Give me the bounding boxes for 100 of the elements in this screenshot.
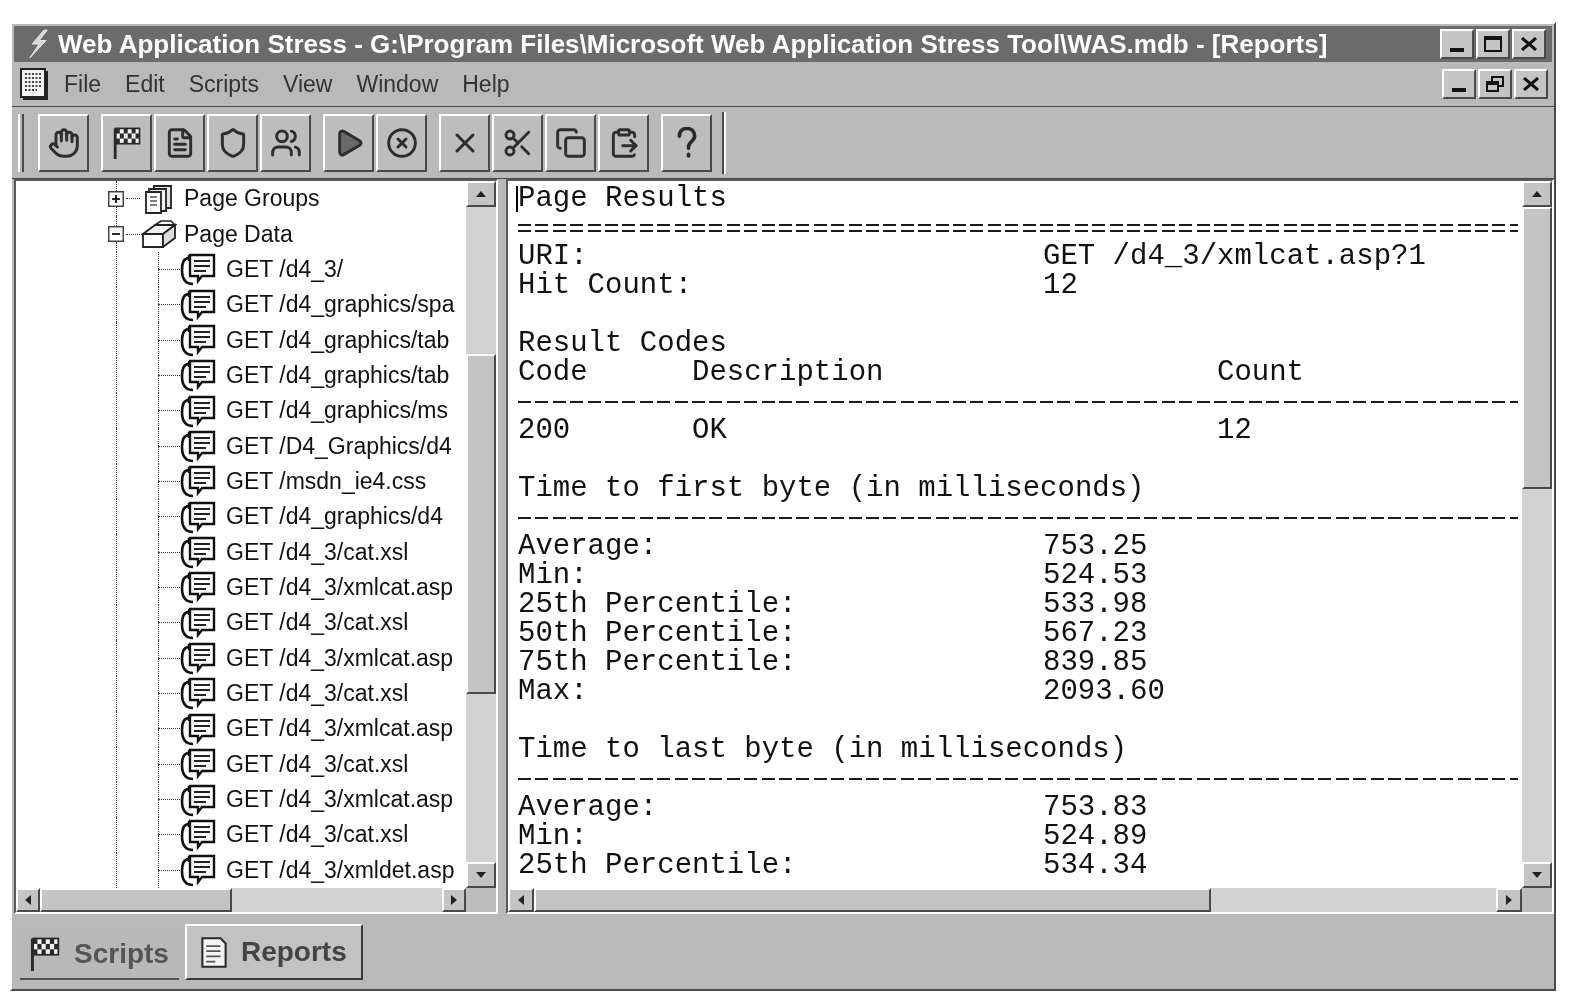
minimize-button[interactable] [1440,29,1474,59]
close-button[interactable] [1514,69,1548,99]
toolbar-button[interactable] [661,113,712,172]
lightning-icon [26,29,50,59]
tree-item[interactable]: GET /d4_3/xmlcat.asp [226,646,454,670]
close-button[interactable] [1512,29,1546,59]
tree-item[interactable]: GET /d4_graphics/tab [226,328,450,352]
scrollbar-thumb[interactable] [466,354,496,694]
field-label: Max: [518,677,589,706]
page-link-icon [180,676,218,711]
tree-item[interactable]: GET /d4_3/xmlcat.asp [226,717,454,741]
table-cell-text: 200 [518,416,572,445]
scrollbar-thumb[interactable] [534,888,1211,912]
page-link-icon [180,605,218,640]
question-mark-icon [675,126,698,159]
minimize-icon [1452,88,1466,92]
toolbar-button[interactable] [545,113,596,172]
menu-item[interactable]: Edit [113,72,177,96]
field-value: 524.53 [1043,561,1148,590]
column-header: Code [518,358,589,387]
maximize-icon [1484,36,1502,52]
tree-item[interactable]: GET /d4_graphics/d4 [226,505,443,529]
menu-item[interactable]: View [271,72,345,96]
section-title: Time to last byte (in milliseconds) [518,733,1128,766]
tree-item[interactable]: GET /d4_3/cat.xsl [226,611,409,635]
tree-item[interactable]: GET /d4_graphics/tab [226,363,450,387]
tree-item[interactable]: Page Data [184,222,293,246]
table-cell-text: OK [692,416,728,445]
scroll-left-button[interactable] [508,888,534,912]
table-cell-text: 12 [1217,416,1253,445]
tree-item[interactable]: GET /d4_3/cat.xsl [226,540,409,564]
menu-item[interactable]: Help [450,72,522,96]
tree-item[interactable]: GET /d4_3/xmlcat.asp [226,575,454,599]
restore-button[interactable] [1478,69,1512,99]
toolbar-button[interactable] [598,113,649,172]
close-icon [1523,77,1539,91]
scroll-down-button[interactable] [1522,862,1552,888]
minus-box-icon[interactable] [108,226,124,242]
page-link-icon [180,464,218,499]
tree-item[interactable]: GET /D4_Graphics/d4 [226,434,452,458]
tree-item[interactable]: GET /d4_graphics/ms [226,399,448,423]
tree-item[interactable]: Page Groups [184,187,320,211]
toolbar-button[interactable] [38,113,89,172]
open-box-icon [141,220,177,248]
toolbar-button[interactable] [323,113,374,172]
toolbar-button[interactable] [260,113,311,172]
circle-x-icon [385,126,418,159]
restore-icon [1486,76,1504,92]
toolbar-button[interactable] [154,113,205,172]
scroll-down-button[interactable] [466,862,496,888]
scroll-right-button[interactable] [1496,888,1522,912]
minimize-icon [1450,48,1464,52]
column-header: Count [1217,358,1305,387]
tree-item[interactable]: GET /d4_3/cat.xsl [226,682,409,705]
up-arrow-icon [1532,191,1542,197]
page-link-icon [180,499,218,534]
scrollbar-thumb[interactable] [40,888,232,912]
scroll-left-button[interactable] [16,888,40,912]
field-value: 753.83 [1043,793,1148,822]
page-link-icon [180,570,218,605]
page-link-icon [180,535,218,570]
page-link-icon [180,323,218,358]
field-label: Average: [518,793,659,822]
tree-item[interactable]: GET /d4_3/cat.xsl [226,823,409,847]
document-icon[interactable] [20,68,48,100]
toolbar-button[interactable] [376,113,427,172]
tree-item[interactable]: GET /d4_3/xmlcat.asp [226,788,454,811]
tab[interactable]: Reports [184,924,363,980]
toolbar-button[interactable] [207,113,258,172]
tree-item[interactable]: GET /msdn_ie4.css [226,469,427,493]
tree-item[interactable]: GET /d4_graphics/spa [226,293,455,317]
page-link-icon [180,817,218,852]
page-link-icon [180,429,218,464]
copy-icon [554,126,587,159]
down-arrow-icon [1532,872,1542,878]
up-arrow-icon [476,191,486,197]
menu-item[interactable]: File [52,72,114,96]
toolbar-button[interactable] [439,113,490,172]
scroll-up-button[interactable] [466,181,496,207]
scroll-right-button[interactable] [442,888,466,912]
menu-item[interactable]: Scripts [176,72,271,96]
menu-item[interactable]: Window [344,72,451,96]
scrollbar-thumb[interactable] [1522,207,1552,489]
tree-item[interactable]: GET /d4_3/cat.xsl [226,752,409,776]
field-label: Hit Count: [518,271,694,300]
tree-item[interactable]: GET /d4_3/ [226,257,344,281]
scroll-up-button[interactable] [1522,181,1552,207]
plus-box-icon[interactable] [108,190,124,207]
field-label: Min: [518,822,588,851]
page-link-icon [180,747,218,782]
scrollbar-corner [466,888,496,912]
left-arrow-icon [25,895,31,905]
maximize-button[interactable] [1476,29,1510,59]
toolbar-button[interactable] [492,113,543,172]
minimize-button[interactable] [1442,69,1476,99]
hand-icon [47,126,80,159]
field-value: 534.34 [1043,851,1148,880]
toolbar-button[interactable] [101,113,152,172]
checkered-flag-icon [30,937,60,971]
tree-item[interactable]: GET /d4_3/xmldet.asp [226,858,455,882]
